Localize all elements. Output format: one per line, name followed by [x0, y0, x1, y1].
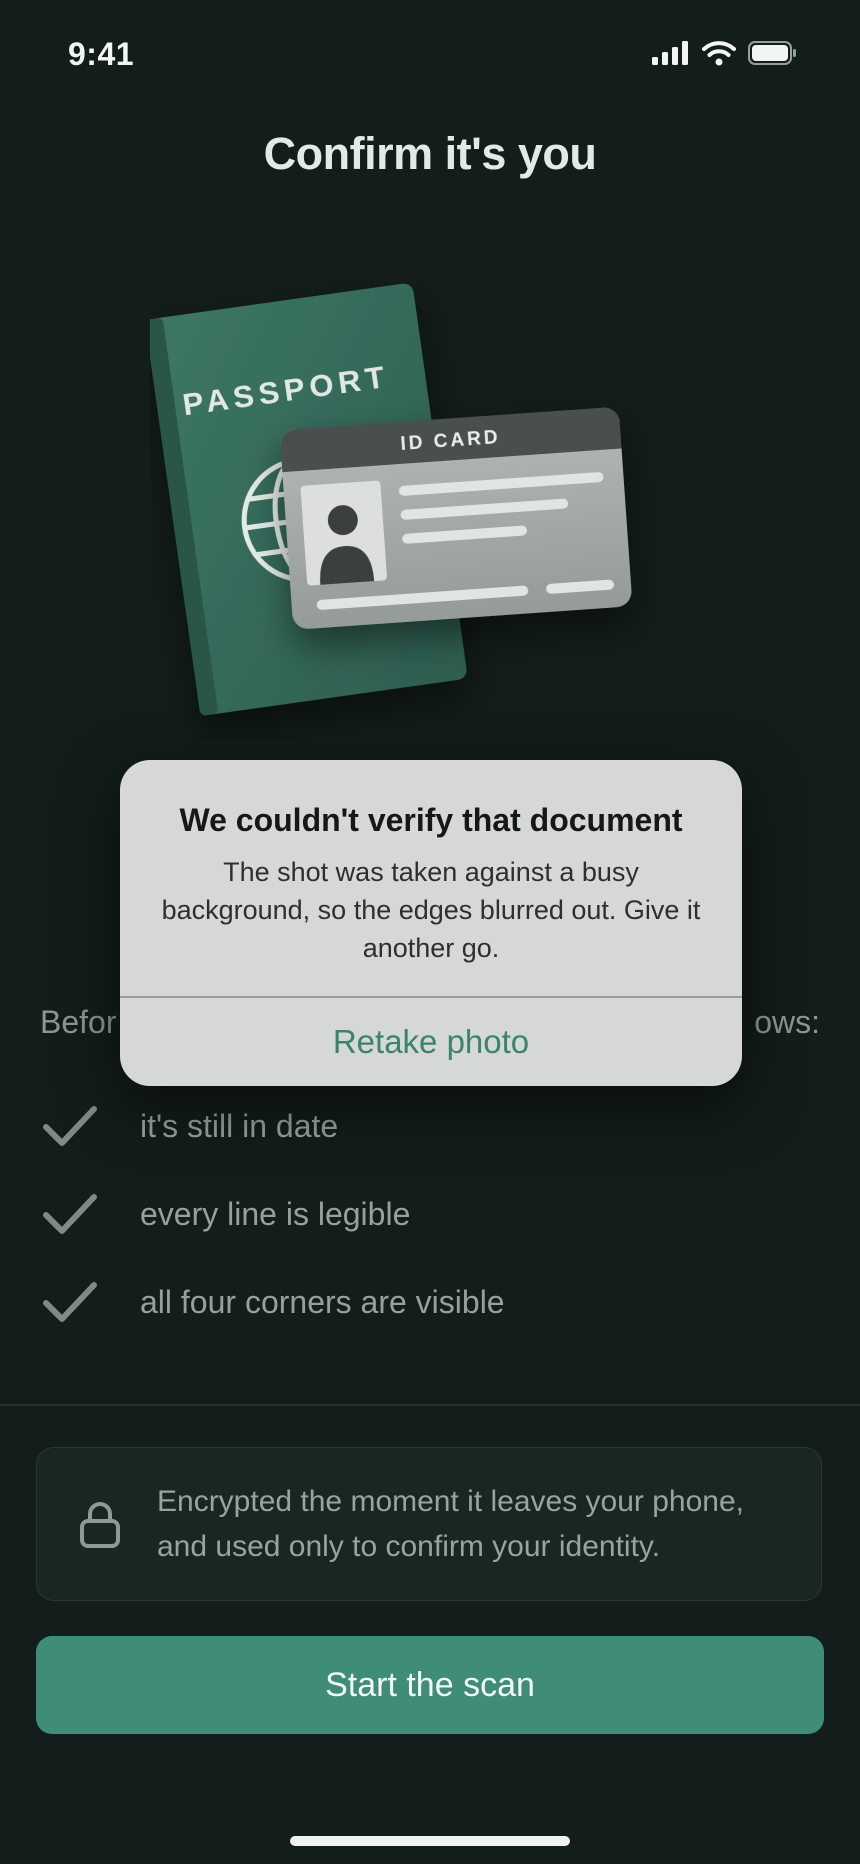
- privacy-text: Encrypted the moment it leaves your phon…: [157, 1485, 744, 1563]
- checklist-item: every line is legible: [40, 1170, 820, 1258]
- privacy-notice: Encrypted the moment it leaves your phon…: [36, 1447, 822, 1601]
- dialog-title: We couldn't verify that document: [179, 802, 683, 838]
- wifi-icon: [702, 41, 736, 66]
- section-divider: [0, 1404, 860, 1406]
- status-icons: [652, 40, 798, 66]
- battery-icon: [748, 41, 796, 65]
- lock-icon: [80, 1502, 120, 1548]
- checklist-item: it's still in date: [40, 1082, 820, 1170]
- checklist-item-label: all four corners are visible: [140, 1283, 505, 1320]
- status-time: 9:41: [68, 36, 135, 72]
- cellular-signal-icon: [652, 41, 688, 65]
- status-bar: 9:41: [0, 0, 860, 110]
- checkmark-icon: [43, 1282, 97, 1322]
- checkmark-icon: [43, 1106, 97, 1146]
- checkmark-icon: [43, 1194, 97, 1234]
- home-indicator[interactable]: [290, 1836, 570, 1846]
- documents-illustration: PASSPORT ID CARD: [150, 283, 632, 716]
- checklist-intro-right: ows:: [754, 1004, 820, 1040]
- checklist-item: all four corners are visible: [40, 1258, 820, 1346]
- checklist: it's still in date every line is legible…: [40, 1082, 820, 1346]
- checklist-item-label: it's still in date: [140, 1107, 339, 1144]
- checklist-intro-left: Befor: [40, 1004, 117, 1040]
- page-title: Confirm it's you: [263, 128, 597, 179]
- id-card-icon: ID CARD: [280, 407, 632, 629]
- start-scan-button[interactable]: Start the scan: [36, 1636, 824, 1734]
- error-dialog: We couldn't verify that document The sho…: [120, 760, 742, 1086]
- dialog-message: The shot was taken against a busy backgr…: [161, 857, 701, 963]
- checklist-item-label: every line is legible: [140, 1195, 411, 1232]
- retake-photo-button[interactable]: Retake photo: [120, 998, 742, 1086]
